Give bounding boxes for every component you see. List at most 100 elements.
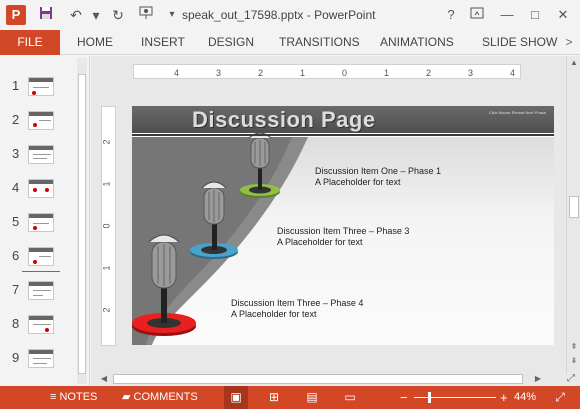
zoom-level[interactable]: 44% xyxy=(514,386,536,409)
scrollbar-thumb[interactable] xyxy=(569,196,579,218)
slide-thumbnail-preview xyxy=(28,77,54,96)
slide-thumbnail[interactable]: 9 xyxy=(0,346,76,372)
status-bar: ≡ NOTES ▰ COMMENTS ▣ ⊞ ▤ ▭ − + 44% ⤢ xyxy=(0,386,580,409)
slide-show-icon[interactable]: ▭ xyxy=(338,386,362,409)
restore-button[interactable]: □ xyxy=(524,4,546,26)
minimize-button[interactable]: — xyxy=(496,4,518,26)
redo-icon[interactable]: ↻ xyxy=(108,5,128,25)
scroll-up-icon[interactable]: ▲ xyxy=(569,58,579,68)
zoom-in-button[interactable]: + xyxy=(500,386,508,409)
close-button[interactable]: ✕ xyxy=(552,4,574,26)
discussion-item-heading: Discussion Item Three – Phase 4 xyxy=(231,298,364,308)
slide-thumbnail[interactable]: 7 xyxy=(0,278,76,304)
tab-design[interactable]: DESIGN xyxy=(208,30,254,55)
ruler-tick: 4 xyxy=(510,68,516,78)
ruler-tick: 3 xyxy=(216,68,222,78)
title-bar: P ↶ ▾ ↻ ▾ speak_out_17598.pptx - PowerPo… xyxy=(0,0,580,30)
fit-slide-icon[interactable]: ⤢ xyxy=(564,372,578,386)
slide-header-rule xyxy=(132,134,554,136)
slide-number: 9 xyxy=(12,350,20,365)
present-from-beginning-icon[interactable] xyxy=(136,5,156,25)
tab-home[interactable]: HOME xyxy=(77,30,113,55)
slide-thumbnail-preview xyxy=(28,281,54,300)
slide-thumbnail-preview xyxy=(28,111,54,130)
slide-thumbnail-preview xyxy=(28,349,54,368)
slide-number: 3 xyxy=(12,146,20,161)
ruler-tick: 1 xyxy=(101,265,112,271)
notes-button[interactable]: ≡ NOTES xyxy=(50,386,97,409)
slide-canvas[interactable]: Discussion Page Click Mouse Reveal Next … xyxy=(132,106,554,345)
ruler-tick: 2 xyxy=(101,139,112,145)
editor-horizontal-scrollbar[interactable]: ◀ ▶ xyxy=(97,372,547,386)
scrollbar-thumb[interactable] xyxy=(113,374,523,384)
slide-number: 1 xyxy=(12,78,20,93)
slide-number: 2 xyxy=(12,112,20,127)
comments-label: COMMENTS xyxy=(133,391,198,403)
slide-thumbnail-preview xyxy=(28,179,54,198)
slide-thumbnail[interactable]: 6 xyxy=(0,244,76,270)
slide-number: 6 xyxy=(12,248,20,263)
tab-animations[interactable]: ANIMATIONS xyxy=(380,30,454,55)
discussion-item-placeholder: A Placeholder for text xyxy=(231,309,317,319)
slide-thumbnail-preview xyxy=(28,145,54,164)
more-tabs-icon[interactable]: > xyxy=(562,34,576,50)
discussion-item-placeholder: A Placeholder for text xyxy=(315,177,401,187)
notes-label: NOTES xyxy=(59,391,98,403)
ribbon-tabs: FILE HOME INSERT DESIGN TRANSITIONS ANIM… xyxy=(0,30,580,55)
slide-thumbnail[interactable]: 3 xyxy=(0,142,76,168)
slide-insertion-marker xyxy=(22,271,60,272)
discussion-item-placeholder: A Placeholder for text xyxy=(277,237,363,247)
help-button[interactable]: ? xyxy=(440,4,462,26)
ruler-tick: 4 xyxy=(174,68,180,78)
scroll-right-icon[interactable]: ▶ xyxy=(533,374,543,384)
ruler-tick: 1 xyxy=(384,68,390,78)
slide-thumbnail[interactable]: 8 xyxy=(0,312,76,338)
customize-qat-icon[interactable]: ▾ xyxy=(162,5,182,25)
ruler-tick: 1 xyxy=(101,181,112,187)
ribbon-display-options-icon[interactable] xyxy=(466,4,488,26)
slide-thumbnail[interactable]: 2 xyxy=(0,108,76,134)
reading-view-icon[interactable]: ▤ xyxy=(300,386,324,409)
zoom-slider-thumb[interactable] xyxy=(428,392,432,403)
tab-file[interactable]: FILE xyxy=(0,30,60,55)
slide-title[interactable]: Discussion Page xyxy=(192,106,376,134)
slide-thumbnail-preview xyxy=(28,213,54,232)
slide-header-caption: Click Mouse Reveal Next Phase xyxy=(488,110,546,115)
discussion-item-4[interactable]: Discussion Item Three – Phase 4 A Placeh… xyxy=(231,298,363,320)
tab-transitions[interactable]: TRANSITIONS xyxy=(279,30,360,55)
zoom-slider[interactable] xyxy=(414,397,496,398)
normal-view-icon[interactable]: ▣ xyxy=(224,386,248,409)
discussion-item-1[interactable]: Discussion Item One – Phase 1 A Placehol… xyxy=(315,166,441,188)
comment-icon: ▰ xyxy=(122,391,134,403)
window-title: speak_out_17598.pptx - PowerPoint xyxy=(182,8,376,22)
comments-button[interactable]: ▰ COMMENTS xyxy=(122,386,198,409)
ruler-tick: 0 xyxy=(101,223,112,229)
discussion-item-3[interactable]: Discussion Item Three – Phase 3 A Placeh… xyxy=(277,226,409,248)
slide-thumbnail[interactable]: 4 xyxy=(0,176,76,202)
undo-dropdown-icon[interactable]: ▾ xyxy=(86,5,106,25)
tab-slide-show[interactable]: SLIDE SHOW xyxy=(482,30,557,55)
editor-vertical-scrollbar[interactable]: ▲ ⇞ ⇟ xyxy=(566,56,580,374)
previous-slide-icon[interactable]: ⇞ xyxy=(569,342,579,352)
ruler-tick: 2 xyxy=(101,307,112,313)
slide-editor: 4 3 2 1 0 1 2 3 4 2 1 0 1 2 Discussion P… xyxy=(91,56,580,386)
save-icon[interactable] xyxy=(36,5,56,25)
next-slide-icon[interactable]: ⇟ xyxy=(569,356,579,366)
slide-number: 8 xyxy=(12,316,20,331)
vertical-ruler: 2 1 0 1 2 xyxy=(101,106,116,346)
thumbnail-scrollbar[interactable] xyxy=(77,58,87,384)
tab-insert[interactable]: INSERT xyxy=(141,30,185,55)
slide-thumbnail[interactable]: 1 xyxy=(0,74,76,100)
undo-icon[interactable]: ↶ xyxy=(66,5,86,25)
ruler-tick: 3 xyxy=(468,68,474,78)
horizontal-ruler: 4 3 2 1 0 1 2 3 4 xyxy=(133,64,521,79)
fit-to-window-icon[interactable]: ⤢ xyxy=(548,386,572,409)
scrollbar-thumb[interactable] xyxy=(78,74,86,374)
discussion-item-heading: Discussion Item Three – Phase 3 xyxy=(277,226,410,236)
slide-thumbnail-preview xyxy=(28,247,54,266)
slide-sorter-icon[interactable]: ⊞ xyxy=(262,386,286,409)
slide-number: 4 xyxy=(12,180,20,195)
scroll-left-icon[interactable]: ◀ xyxy=(99,374,109,384)
zoom-out-button[interactable]: − xyxy=(400,386,408,409)
slide-thumbnail[interactable]: 5 xyxy=(0,210,76,236)
